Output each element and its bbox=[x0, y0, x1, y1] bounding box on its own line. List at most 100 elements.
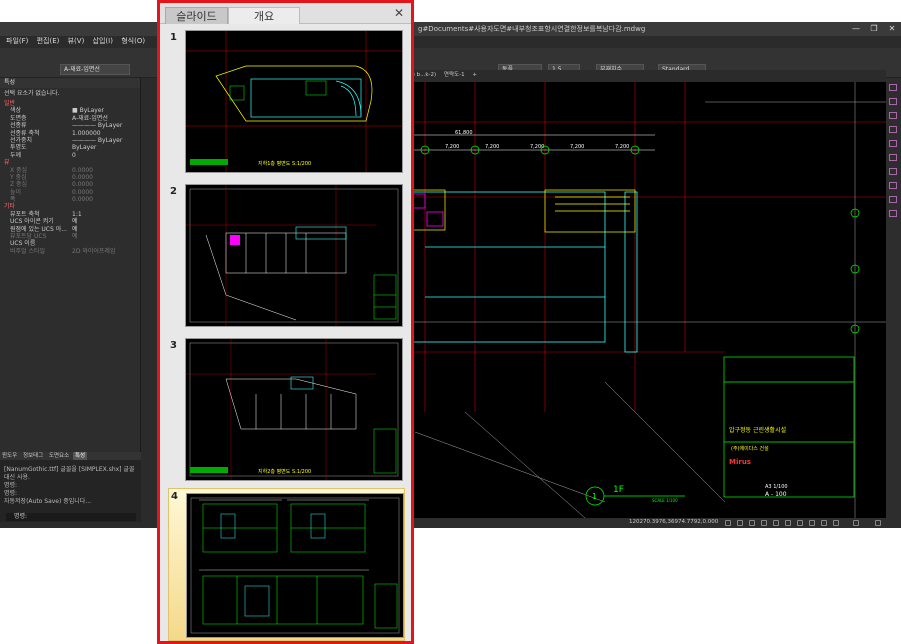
property-row[interactable]: 높이 0.0000 bbox=[0, 189, 140, 196]
floor-label: 1F bbox=[613, 485, 624, 495]
property-row[interactable]: 두께 0 bbox=[0, 152, 140, 159]
property-row[interactable]: 색상 ■ ByLayer bbox=[0, 107, 140, 114]
command-line: 자동저장(Auto Save) 중입니다... bbox=[4, 498, 92, 505]
property-value: 예 bbox=[72, 233, 78, 241]
tool-icon[interactable] bbox=[889, 112, 897, 119]
property-row[interactable]: X 중심 0.0000 bbox=[0, 167, 140, 174]
property-row[interactable]: 선종류 ———— ByLayer bbox=[0, 122, 140, 129]
tool-icon[interactable] bbox=[889, 168, 897, 175]
slide-thumbnail-2[interactable]: 2 bbox=[168, 184, 405, 332]
property-value: 0 bbox=[72, 151, 76, 159]
model-icon[interactable] bbox=[809, 520, 815, 526]
annotation-icon[interactable] bbox=[821, 520, 827, 526]
property-row[interactable]: Z 중심 0.0000 bbox=[0, 181, 140, 188]
slide-number: 2 bbox=[170, 186, 177, 197]
tool-icon[interactable] bbox=[889, 210, 897, 217]
slide-number: 4 bbox=[171, 491, 178, 502]
close-window-button[interactable]: ✕ bbox=[886, 22, 898, 36]
properties-panel: 특성 선택 요소가 없습니다. 일반 색상 ■ ByLayer 도면층 A-재료-입면선… bbox=[0, 78, 141, 522]
floor-tag: 1 bbox=[592, 492, 597, 501]
property-value: 1.000000 bbox=[72, 129, 101, 137]
lineweight-icon[interactable] bbox=[797, 520, 803, 526]
otrack-icon[interactable] bbox=[785, 520, 791, 526]
property-key: UCS 아이콘 켜기 bbox=[10, 218, 54, 226]
property-row[interactable]: UCS 이름 bbox=[0, 240, 140, 247]
property-key: X 중심 bbox=[10, 166, 28, 174]
grid-icon[interactable] bbox=[737, 520, 743, 526]
fullscreen-icon[interactable] bbox=[853, 520, 859, 526]
property-key: Z 중심 bbox=[10, 181, 28, 189]
property-row[interactable]: 선종류 축척 1.000000 bbox=[0, 130, 140, 137]
dim-text: 7,200 bbox=[485, 144, 499, 150]
minimize-button[interactable]: — bbox=[850, 22, 862, 36]
new-tab-button[interactable]: + bbox=[469, 70, 480, 80]
property-category[interactable]: 뷰 bbox=[0, 159, 140, 166]
command-line: [NanumGothic.ttf] 글꼴을 [SIMPLEX.shx] 글꼴 대… bbox=[4, 466, 135, 481]
brand-logo: Mirus bbox=[729, 458, 751, 466]
tool-icon[interactable] bbox=[889, 126, 897, 133]
tab-window[interactable]: 윈도우 bbox=[0, 452, 19, 460]
property-list: 일반 색상 ■ ByLayer 도면층 A-재료-입면선 선종류 ———— ByLayer 선… bbox=[0, 100, 140, 255]
right-tool-strip bbox=[886, 78, 901, 518]
tool-icon[interactable] bbox=[889, 196, 897, 203]
toolbar-top bbox=[0, 48, 901, 62]
property-value: ———— ByLayer bbox=[72, 136, 123, 144]
slide-thumbnail-1[interactable]: 1 지하1층 평면도 S:1/200 bbox=[168, 30, 405, 178]
property-category[interactable]: 일반 bbox=[0, 100, 140, 107]
menu-icon[interactable] bbox=[875, 520, 881, 526]
tool-icon[interactable] bbox=[889, 98, 897, 105]
tool-icon[interactable] bbox=[889, 84, 897, 91]
maximize-button[interactable]: ❐ bbox=[868, 22, 880, 36]
cursor-coordinates: 120270.3976,36974.7792,0.000 bbox=[629, 519, 719, 525]
property-value: 2D 와이어프레임 bbox=[72, 247, 116, 255]
dim-text: 7,200 bbox=[570, 144, 584, 150]
tab-slides[interactable]: 슬라이드 bbox=[165, 7, 228, 24]
property-key: 두께 bbox=[10, 151, 22, 159]
polar-icon[interactable] bbox=[761, 520, 767, 526]
menu-insert[interactable]: 삽입(I) bbox=[93, 36, 113, 46]
tab-drawing-elements[interactable]: 도면요소 bbox=[47, 452, 71, 460]
slide-thumbnail-4[interactable]: 4 bbox=[168, 488, 405, 641]
panel-tabs: 윈도우 정보태그 도면요소 특성 bbox=[0, 452, 141, 460]
property-row[interactable]: 폭 0.0000 bbox=[0, 196, 140, 203]
slide-thumbnail-3[interactable]: 3 지하2층 평면도 S:1/200 bbox=[168, 338, 405, 486]
property-category[interactable]: 기타 bbox=[0, 203, 140, 210]
drawing-canvas[interactable]: 61,800 7,200 7,200 7,200 7,200 7,200 1 1… bbox=[405, 82, 886, 518]
snap-icon[interactable] bbox=[725, 520, 731, 526]
menu-file[interactable]: 파일(F) bbox=[6, 36, 28, 46]
property-row[interactable]: 원점에 있는 UCS 아... 예 bbox=[0, 226, 140, 233]
ortho-icon[interactable] bbox=[749, 520, 755, 526]
scale-note: SCALE 1/100 bbox=[652, 498, 678, 503]
menu-format[interactable]: 형식(O) bbox=[121, 36, 145, 46]
slide-number: 1 bbox=[170, 32, 177, 43]
tab-outline[interactable]: 개요 bbox=[228, 7, 300, 24]
property-key: 비주얼 스타일 bbox=[10, 247, 46, 255]
tool-icon[interactable] bbox=[889, 140, 897, 147]
drawing-tab[interactable]: 연략도-1 bbox=[441, 70, 468, 80]
menu-edit[interactable]: 편집(E) bbox=[37, 36, 60, 46]
slide-caption: 지하1층 평면도 S:1/200 bbox=[258, 160, 311, 167]
command-input[interactable]: 명령: bbox=[6, 513, 136, 521]
tool-icon[interactable] bbox=[889, 154, 897, 161]
tab-info-tag[interactable]: 정보태그 bbox=[21, 452, 45, 460]
property-key: UCS 이름 bbox=[10, 240, 36, 248]
property-row[interactable]: 투명도 ByLayer bbox=[0, 144, 140, 151]
dim-text: 7,200 bbox=[445, 144, 459, 150]
property-row[interactable]: UCS 아이콘 켜기 예 bbox=[0, 218, 140, 225]
command-line: 명령: bbox=[4, 482, 18, 489]
file-path: g#Documents#사용자도면#내부청조표항시연결한정보를복남다감.mdwg bbox=[418, 25, 646, 33]
property-row[interactable]: 비주얼 스타일 2D 와이어프레임 bbox=[0, 248, 140, 255]
slide-preview bbox=[186, 493, 404, 638]
slide-caption: 지하2층 평면도 S:1/200 bbox=[258, 468, 311, 475]
menu-view[interactable]: 뷰(V) bbox=[68, 36, 85, 46]
close-icon[interactable]: ✕ bbox=[393, 7, 405, 19]
property-value: ■ ByLayer bbox=[72, 107, 104, 115]
selection-status: 선택 요소가 없습니다. bbox=[4, 90, 60, 97]
drawing-tab-bar: ne b...k-2) 연략도-1 + bbox=[405, 70, 886, 80]
osnap-icon[interactable] bbox=[773, 520, 779, 526]
company-name: (주)에이다스 건설 bbox=[731, 445, 769, 452]
tab-properties[interactable]: 특성 bbox=[72, 452, 88, 460]
workspace-icon[interactable] bbox=[833, 520, 839, 526]
layer-combo[interactable]: A-재료-입면선 bbox=[60, 64, 130, 75]
tool-icon[interactable] bbox=[889, 182, 897, 189]
